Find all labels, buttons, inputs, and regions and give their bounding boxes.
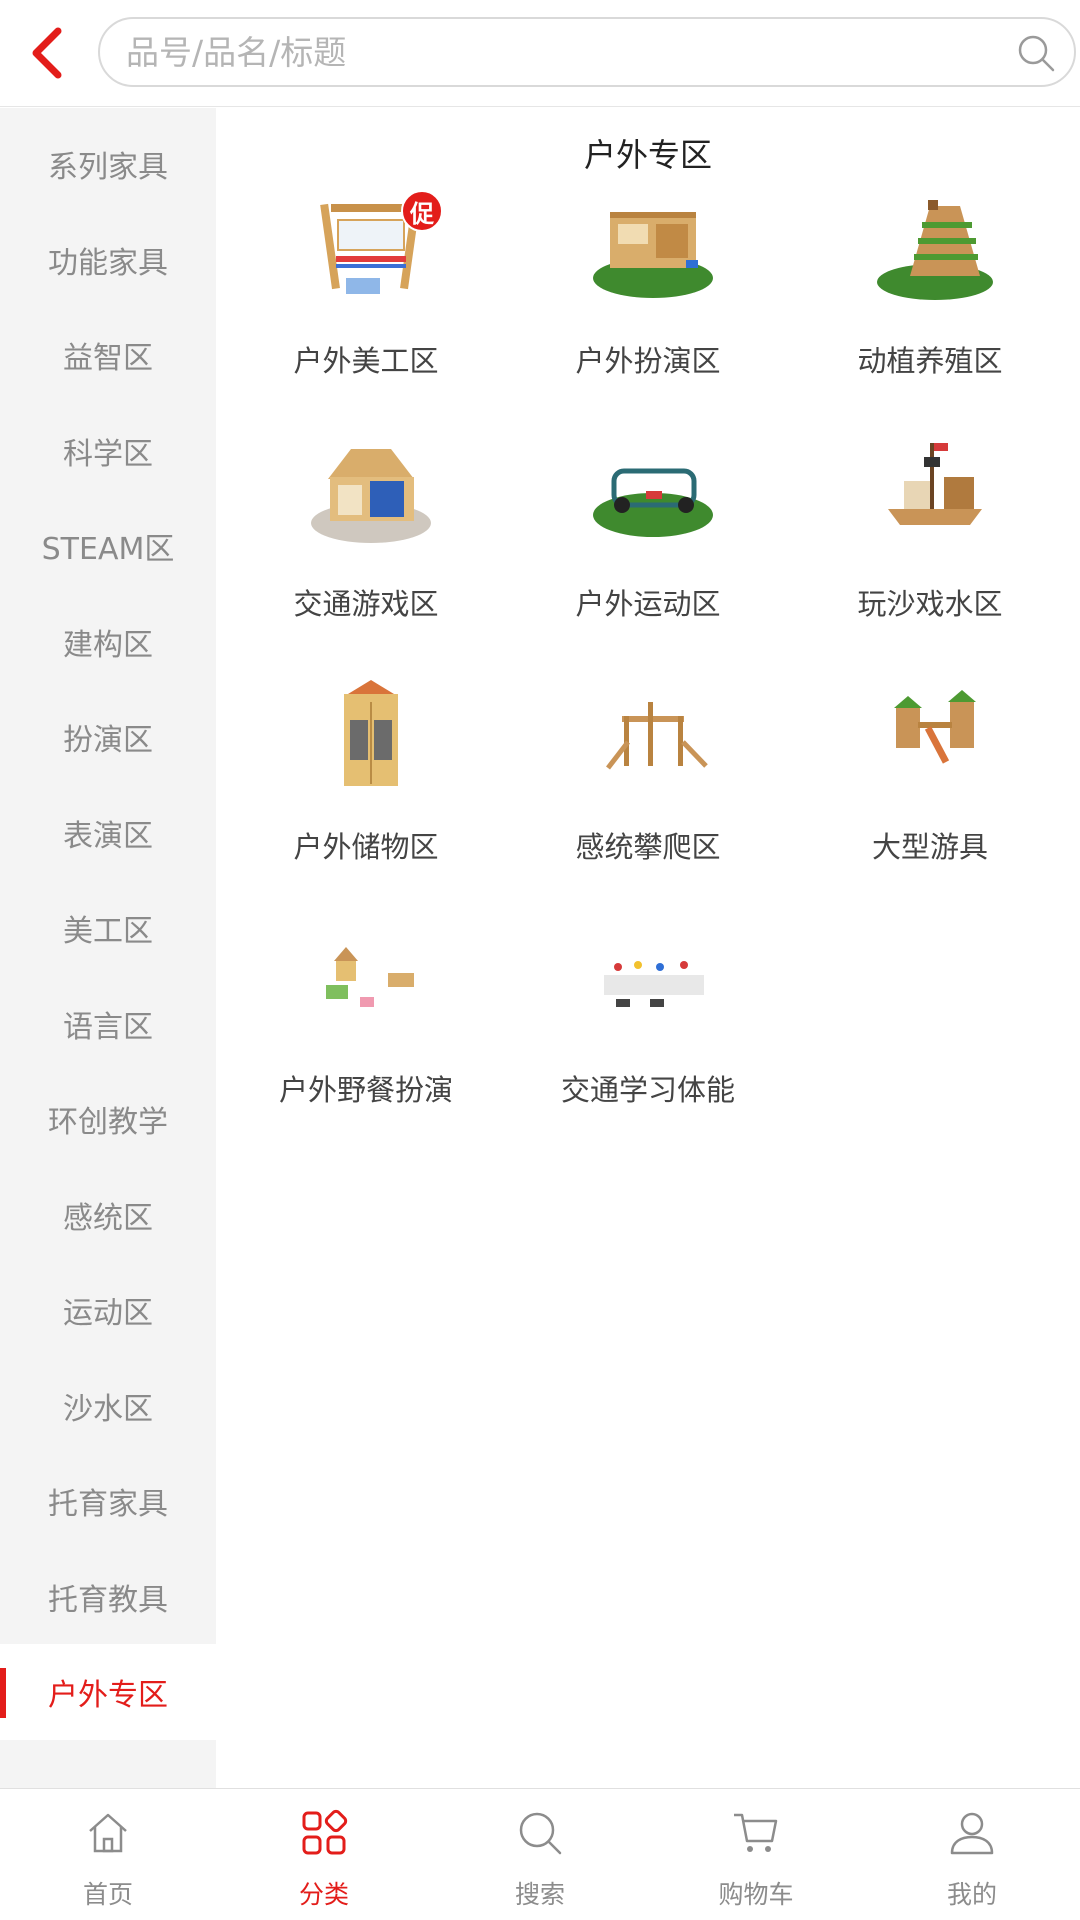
category-outdoor-picnic[interactable]: 户外野餐扮演 bbox=[226, 915, 506, 1155]
sidebar-item-science[interactable]: 科学区 bbox=[0, 403, 216, 499]
sidebar-item-label: 户外专区 bbox=[48, 1677, 168, 1713]
sidebar-item-label: 建构区 bbox=[63, 627, 153, 663]
category-large-playground[interactable]: 大型游具 bbox=[790, 672, 1070, 912]
sidebar-item-label: 语言区 bbox=[63, 1009, 153, 1045]
sidebar-item-puzzle[interactable]: 益智区 bbox=[0, 307, 216, 403]
sidebar-item-language[interactable]: 语言区 bbox=[0, 976, 216, 1072]
sidebar-item-label: 运动区 bbox=[63, 1295, 153, 1331]
search-icon bbox=[519, 1812, 562, 1855]
sidebar-item-role-play[interactable]: 扮演区 bbox=[0, 689, 216, 785]
sidebar-item-label: STEAM区 bbox=[41, 531, 175, 567]
chevron-left-icon bbox=[32, 27, 62, 79]
sidebar-item-label: 托育家具 bbox=[48, 1486, 168, 1522]
header bbox=[0, 0, 1080, 107]
sidebar-item-label: 感统区 bbox=[63, 1200, 153, 1236]
sidebar-item-label: 功能家具 bbox=[48, 245, 168, 281]
category-label: 户外野餐扮演 bbox=[278, 1073, 453, 1107]
category-outdoor-roleplay[interactable]: 户外扮演区 bbox=[508, 186, 788, 426]
home-icon bbox=[89, 1813, 127, 1853]
category-label: 户外扮演区 bbox=[575, 344, 721, 378]
category-outdoor-sports[interactable]: 户外运动区 bbox=[508, 429, 788, 669]
sidebar-item-series-furniture[interactable]: 系列家具 bbox=[0, 116, 216, 212]
sidebar-item-label: 益智区 bbox=[63, 340, 153, 376]
tab-cart[interactable]: 购物车 bbox=[648, 1789, 864, 1920]
climbing-frame-thumbnail bbox=[606, 702, 708, 770]
category-sensory-climbing[interactable]: 感统攀爬区 bbox=[508, 672, 788, 912]
tab-search[interactable]: 搜索 bbox=[432, 1789, 648, 1920]
sidebar-item-construction[interactable]: 建构区 bbox=[0, 594, 216, 690]
category-content: 户外专区 促 户外美工区 户外扮演区 动植养殖区 交通游戏区 户外运动区 玩沙戏… bbox=[216, 108, 1080, 1788]
storage-cabinet-thumbnail bbox=[344, 680, 398, 786]
car-frame-thumbnail bbox=[593, 468, 713, 537]
category-label: 户外运动区 bbox=[575, 587, 721, 621]
sidebar-item-art[interactable]: 美工区 bbox=[0, 880, 216, 976]
tab-label: 我的 bbox=[946, 1880, 997, 1909]
sidebar-item-label: 扮演区 bbox=[63, 722, 153, 758]
search-box[interactable] bbox=[98, 17, 1076, 87]
category-icon bbox=[302, 1809, 348, 1855]
sidebar-item-outdoor-zone[interactable]: 户外专区 bbox=[0, 1644, 216, 1740]
tab-home[interactable]: 首页 bbox=[0, 1789, 216, 1920]
category-label: 交通学习体能 bbox=[560, 1073, 735, 1107]
category-sidebar: 系列家具 功能家具 益智区 科学区 STEAM区 建构区 扮演区 表演区 美工区… bbox=[0, 108, 216, 1788]
sidebar-item-environment-teaching[interactable]: 环创教学 bbox=[0, 1071, 216, 1167]
sidebar-item-nursery-teaching-aids[interactable]: 托育教具 bbox=[0, 1549, 216, 1645]
sidebar-item-label: 托育教具 bbox=[48, 1582, 168, 1618]
tab-label: 分类 bbox=[298, 1880, 349, 1909]
sidebar-item-label: 环创教学 bbox=[48, 1104, 168, 1140]
tab-label: 购物车 bbox=[718, 1880, 794, 1909]
traffic-house-thumbnail bbox=[311, 449, 431, 543]
category-outdoor-storage[interactable]: 户外储物区 bbox=[226, 672, 506, 912]
sidebar-item-label: 表演区 bbox=[63, 818, 153, 854]
tab-category[interactable]: 分类 bbox=[216, 1789, 432, 1920]
tab-label: 首页 bbox=[82, 1880, 133, 1909]
category-label: 户外美工区 bbox=[293, 344, 439, 378]
search-icon[interactable] bbox=[1016, 33, 1056, 73]
sidebar-item-label: 美工区 bbox=[63, 913, 153, 949]
category-traffic-play[interactable]: 交通游戏区 bbox=[226, 429, 506, 669]
promo-badge: 促 bbox=[401, 190, 443, 232]
sidebar-item-functional-furniture[interactable]: 功能家具 bbox=[0, 212, 216, 308]
planting-tower-thumbnail bbox=[877, 200, 993, 300]
category-planting-breeding[interactable]: 动植养殖区 bbox=[790, 186, 1070, 426]
sidebar-item-nursery-furniture[interactable]: 托育家具 bbox=[0, 1453, 216, 1549]
category-label: 交通游戏区 bbox=[293, 587, 439, 621]
back-button[interactable] bbox=[14, 18, 78, 88]
category-label: 动植养殖区 bbox=[857, 344, 1003, 378]
sidebar-item-sports[interactable]: 运动区 bbox=[0, 1262, 216, 1358]
sidebar-item-label: 科学区 bbox=[63, 436, 153, 472]
cart-icon bbox=[734, 1813, 778, 1852]
playground-thumbnail bbox=[894, 690, 976, 764]
category-label: 大型游具 bbox=[871, 830, 988, 864]
category-label: 户外储物区 bbox=[293, 830, 439, 864]
user-icon bbox=[950, 1812, 994, 1855]
bottom-tab-bar: 首页 分类 搜索 购物车 我的 bbox=[0, 1788, 1080, 1920]
sidebar-item-performance[interactable]: 表演区 bbox=[0, 785, 216, 881]
category-label: 感统攀爬区 bbox=[575, 830, 721, 864]
sidebar-item-label: 系列家具 bbox=[48, 149, 168, 185]
category-label: 玩沙戏水区 bbox=[857, 587, 1003, 621]
category-sand-water[interactable]: 玩沙戏水区 bbox=[790, 429, 1070, 669]
pirate-ship-thumbnail bbox=[888, 443, 982, 525]
traffic-course-thumbnail bbox=[604, 961, 704, 1007]
picnic-set-thumbnail bbox=[326, 947, 414, 1007]
sidebar-item-sand-water[interactable]: 沙水区 bbox=[0, 1358, 216, 1454]
category-outdoor-art[interactable]: 促 户外美工区 bbox=[226, 186, 506, 426]
sidebar-item-label: 沙水区 bbox=[63, 1391, 153, 1427]
outdoor-kitchen-thumbnail bbox=[593, 212, 713, 298]
tab-mine[interactable]: 我的 bbox=[864, 1789, 1080, 1920]
section-title: 户外专区 bbox=[583, 136, 712, 174]
tab-label: 搜索 bbox=[514, 1880, 565, 1909]
category-traffic-learning[interactable]: 交通学习体能 bbox=[508, 915, 788, 1155]
search-input[interactable] bbox=[126, 19, 1006, 85]
active-indicator bbox=[0, 1668, 6, 1718]
sidebar-item-steam[interactable]: STEAM区 bbox=[0, 498, 216, 594]
sidebar-item-sensory[interactable]: 感统区 bbox=[0, 1167, 216, 1263]
